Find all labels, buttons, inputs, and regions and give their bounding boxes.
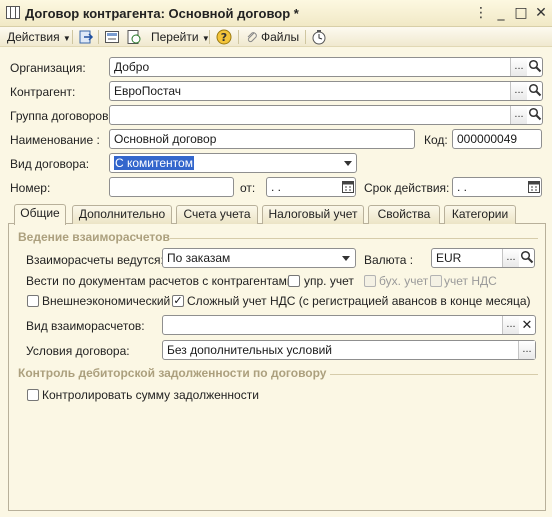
docs-label: Вести по документам расчетов с контраген… <box>26 274 297 288</box>
tab-general[interactable]: Общие <box>14 204 66 225</box>
name-value: Основной договор <box>114 132 217 146</box>
search-icon[interactable] <box>528 107 542 121</box>
tab-properties[interactable]: Свойства <box>368 205 440 224</box>
toolbar-divider <box>305 30 306 44</box>
book-acc-checkbox[interactable] <box>364 275 376 287</box>
search-icon[interactable] <box>528 83 542 97</box>
control-debt-label: Контролировать сумму задолженности <box>42 388 259 402</box>
counterparty-value: ЕвроПостач <box>114 84 182 98</box>
section-title-settlements: Ведение взаиморасчетов <box>18 230 170 244</box>
chevron-down-icon[interactable] <box>344 161 352 166</box>
document-icon <box>6 6 20 19</box>
terms-label: Условия договора: <box>26 344 130 358</box>
complex-vat-checkbox[interactable]: ✓ <box>172 295 184 307</box>
toolbar-divider <box>98 30 99 44</box>
select-button[interactable]: ... <box>502 249 519 267</box>
dropdown-arrow-icon: ▼ <box>62 34 71 43</box>
number-label: Номер: <box>10 181 51 195</box>
select-button[interactable]: ... <box>510 82 527 100</box>
minimize-button[interactable]: _ <box>492 5 510 21</box>
book-acc-label: бух. учет <box>379 274 429 288</box>
settlements-by-value: По заказам <box>167 251 231 265</box>
help-icon[interactable]: ? <box>216 29 232 45</box>
settlement-type-field[interactable] <box>162 315 536 335</box>
code-value: 000000049 <box>457 132 518 146</box>
terms-value: Без дополнительных условий <box>167 343 332 357</box>
settlements-by-select[interactable]: По заказам <box>162 248 356 268</box>
settlements-by-label: Взаиморасчеты ведутся: <box>26 253 164 267</box>
files-button[interactable]: Файлы <box>261 30 299 44</box>
close-button[interactable]: ✕ <box>532 5 550 21</box>
settlement-type-label: Вид взаиморасчетов: <box>26 319 145 333</box>
tab-accounts[interactable]: Счета учета <box>176 205 258 224</box>
vat-acc-label: учет НДС <box>444 274 497 288</box>
terms-field[interactable]: Без дополнительных условий <box>162 340 536 360</box>
chevron-down-icon[interactable] <box>342 256 350 261</box>
calendar-icon[interactable] <box>528 180 540 193</box>
mgmt-acc-label: упр. учет <box>304 274 354 288</box>
timer-icon[interactable] <box>311 29 327 45</box>
validity-label: Срок действия: <box>364 181 450 195</box>
paperclip-icon <box>247 32 257 43</box>
window-title: Договор контрагента: Основной договор * <box>25 6 299 21</box>
number-field[interactable] <box>109 177 234 197</box>
contract-group-field[interactable] <box>109 105 543 125</box>
toolbar-divider <box>238 30 239 44</box>
section-title-debt: Контроль дебиторской задолженности по до… <box>18 366 327 380</box>
select-button[interactable]: ... <box>502 316 519 334</box>
select-button[interactable]: ... <box>518 341 535 359</box>
code-field[interactable]: 000000049 <box>452 129 542 149</box>
maximize-button[interactable]: □ <box>512 5 530 21</box>
toolbar-divider <box>209 30 210 44</box>
control-debt-checkbox[interactable] <box>27 389 39 401</box>
vat-acc-checkbox[interactable] <box>430 275 442 287</box>
refresh-icon[interactable] <box>126 29 142 45</box>
name-label: Наименование : <box>10 133 100 147</box>
date-value: . . <box>271 180 282 194</box>
search-icon[interactable] <box>528 59 542 73</box>
organization-label: Организация: <box>10 61 86 75</box>
clear-icon[interactable]: ✕ <box>520 317 534 333</box>
structure-icon[interactable] <box>104 29 120 45</box>
name-field[interactable]: Основной договор <box>109 129 415 149</box>
tab-tax-accounting[interactable]: Налоговый учет <box>262 205 364 224</box>
svg-text:?: ? <box>221 31 227 44</box>
toolbar-divider <box>72 30 73 44</box>
foreign-trade-checkbox[interactable] <box>27 295 39 307</box>
select-button[interactable]: ... <box>510 106 527 124</box>
validity-value: . . <box>457 180 468 194</box>
contract-type-value: С комитентом <box>114 156 194 170</box>
contract-type-select[interactable]: С комитентом <box>109 153 357 173</box>
actions-menu[interactable]: Действия ▼ <box>7 30 71 44</box>
tab-categories[interactable]: Категории <box>444 205 516 224</box>
currency-value: EUR <box>436 251 462 265</box>
tab-additional[interactable]: Дополнительно <box>72 205 172 224</box>
counterparty-field[interactable]: ЕвроПостач <box>109 81 543 101</box>
section-divider <box>330 374 538 375</box>
currency-label: Валюта : <box>364 253 414 267</box>
goto-menu[interactable]: Перейти ▼ <box>151 30 210 44</box>
actions-label: Действия <box>7 30 60 44</box>
save-move-icon[interactable] <box>78 29 94 45</box>
organization-field[interactable]: Добро <box>109 57 543 77</box>
mgmt-acc-checkbox[interactable] <box>288 275 300 287</box>
more-icon[interactable]: ⋮ <box>472 5 490 21</box>
contract-group-label: Группа договоров: <box>10 109 112 123</box>
complex-vat-label: Сложный учет НДС (с регистрацией авансов… <box>187 294 531 308</box>
counterparty-label: Контрагент: <box>10 85 76 99</box>
section-divider <box>170 238 538 239</box>
search-icon[interactable] <box>520 250 534 264</box>
date-label: от: <box>240 181 256 195</box>
foreign-trade-label: Внешнеэкономический <box>42 294 171 308</box>
code-label: Код: <box>424 133 448 147</box>
organization-value: Добро <box>114 60 150 74</box>
calendar-icon[interactable] <box>342 180 354 193</box>
select-button[interactable]: ... <box>510 58 527 76</box>
goto-label: Перейти <box>151 30 199 44</box>
contract-type-label: Вид договора: <box>10 157 90 171</box>
